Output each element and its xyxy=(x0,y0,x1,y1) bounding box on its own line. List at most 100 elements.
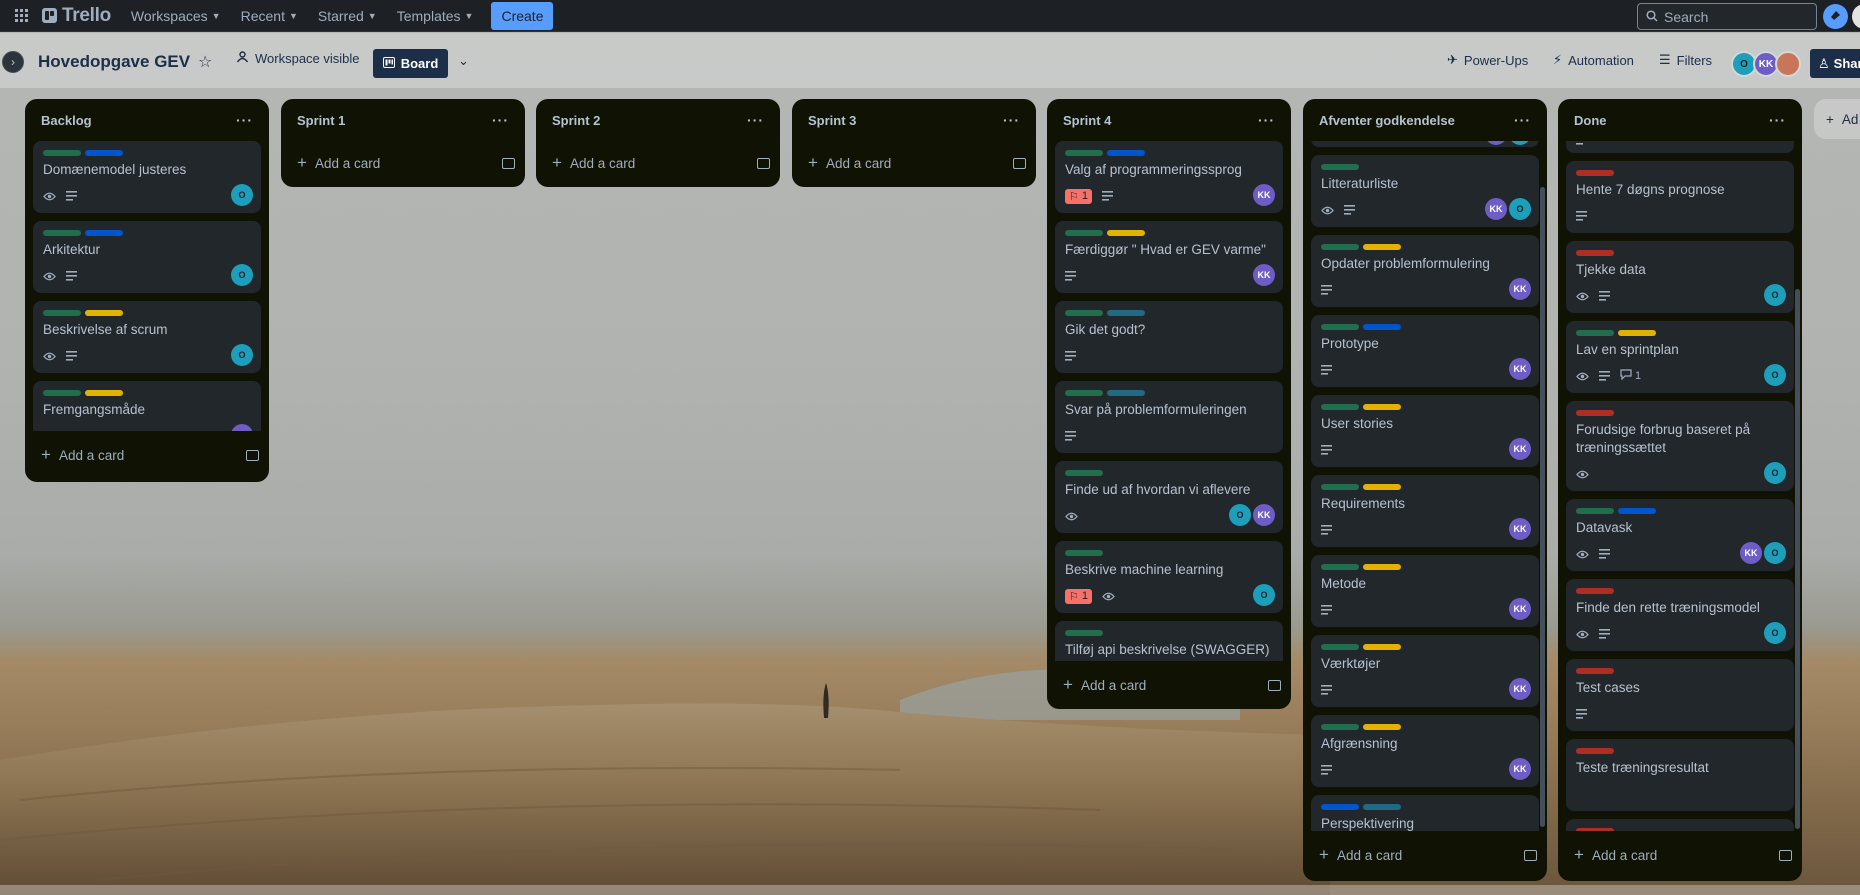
label-blue[interactable] xyxy=(1107,150,1145,156)
create-from-template-icon[interactable] xyxy=(1524,849,1537,861)
label-yellow[interactable] xyxy=(1363,244,1401,250)
label-green[interactable] xyxy=(1065,470,1103,476)
card[interactable]: Fremgangsmåde KK xyxy=(33,381,261,431)
label-red[interactable] xyxy=(1576,588,1614,594)
card[interactable]: Værktøjer KK xyxy=(1311,635,1539,707)
workspaces-menu[interactable]: Workspaces ▼ xyxy=(121,2,231,30)
member-avatar[interactable]: KK xyxy=(1509,278,1531,300)
list-title[interactable]: Backlog xyxy=(41,113,236,128)
label-green[interactable] xyxy=(1321,324,1359,330)
label-green[interactable] xyxy=(1065,310,1103,316)
label-green[interactable] xyxy=(1321,724,1359,730)
card[interactable]: Datavask KK O xyxy=(1566,499,1794,571)
member-avatar[interactable] xyxy=(1485,141,1507,145)
add-card-button[interactable]: + Add a card xyxy=(536,143,780,183)
label-red[interactable] xyxy=(1576,250,1614,256)
list-title[interactable]: Done xyxy=(1574,113,1769,128)
label-red[interactable] xyxy=(1576,170,1614,176)
member-avatar[interactable]: KK xyxy=(1509,358,1531,380)
card-partial[interactable] xyxy=(1566,141,1794,153)
member-avatar[interactable]: KK xyxy=(231,424,253,431)
view-switcher-chevron-icon[interactable]: ⌄ xyxy=(458,53,469,69)
list-scrollbar[interactable] xyxy=(1795,289,1800,829)
member-avatar[interactable]: O xyxy=(231,344,253,366)
label-teal[interactable] xyxy=(1107,310,1145,316)
label-yellow[interactable] xyxy=(1363,404,1401,410)
list-title[interactable]: Sprint 2 xyxy=(552,113,747,128)
card[interactable]: Tilføj api beskrivelse (SWAGGER)O xyxy=(1055,621,1283,661)
card[interactable]: Tjekke data O xyxy=(1566,241,1794,313)
card[interactable]: Færdiggør " Hvad er GEV varme" KK xyxy=(1055,221,1283,293)
card[interactable]: Prototype KK xyxy=(1311,315,1539,387)
create-from-template-icon[interactable] xyxy=(757,157,770,169)
card-partial[interactable] xyxy=(1311,141,1539,147)
card[interactable]: Forudsige forbrug baseret på træningssæt… xyxy=(1566,401,1794,491)
create-from-template-icon[interactable] xyxy=(502,157,515,169)
share-button[interactable]: ♙Share xyxy=(1810,49,1860,78)
visibility-button[interactable]: Workspace visible xyxy=(236,51,360,66)
label-green[interactable] xyxy=(1065,550,1103,556)
card[interactable]: Beskrivelse af scrum O xyxy=(33,301,261,373)
add-card-button[interactable]: + Add a card xyxy=(1047,665,1291,705)
card[interactable]: Test cases xyxy=(1566,659,1794,731)
label-green[interactable] xyxy=(1576,330,1614,336)
member-avatar[interactable]: KK xyxy=(1253,504,1275,526)
add-card-button[interactable]: + Add a card xyxy=(1303,835,1547,875)
member-avatar[interactable]: KK xyxy=(1509,518,1531,540)
add-card-button[interactable]: + Add a card xyxy=(281,143,525,183)
more-options-icon[interactable]: ··· xyxy=(236,112,253,128)
label-blue[interactable] xyxy=(1363,324,1401,330)
label-green[interactable] xyxy=(43,230,81,236)
card[interactable]: Domænemodel justeres O xyxy=(33,141,261,213)
label-yellow[interactable] xyxy=(1107,230,1145,236)
card[interactable]: Lav en sprintplan 1 O xyxy=(1566,321,1794,393)
label-green[interactable] xyxy=(1321,564,1359,570)
card[interactable]: Arkitektur O xyxy=(33,221,261,293)
label-yellow[interactable] xyxy=(1363,484,1401,490)
trello-logo[interactable]: Trello xyxy=(42,5,111,27)
card[interactable]: Hente 7 døgns prognose xyxy=(1566,161,1794,233)
due-date-badge[interactable]: ⚐ 1 xyxy=(1065,188,1092,204)
member-avatar[interactable]: O xyxy=(231,264,253,286)
label-blue[interactable] xyxy=(1321,804,1359,810)
list-title[interactable]: Sprint 1 xyxy=(297,113,492,128)
label-green[interactable] xyxy=(1576,508,1614,514)
card[interactable]: Metode KK xyxy=(1311,555,1539,627)
member-avatar[interactable]: KK xyxy=(1509,678,1531,700)
card[interactable]: Beskrive machine learning ⚐ 1 O xyxy=(1055,541,1283,613)
star-icon[interactable]: ☆ xyxy=(198,52,212,72)
due-date-badge[interactable]: ⚐ 1 xyxy=(1065,588,1092,604)
card[interactable]: Gik det godt? xyxy=(1055,301,1283,373)
member-avatar[interactable]: O xyxy=(1764,542,1786,564)
label-blue[interactable] xyxy=(85,150,123,156)
create-from-template-icon[interactable] xyxy=(1779,849,1792,861)
label-blue[interactable] xyxy=(1618,508,1656,514)
more-options-icon[interactable]: ··· xyxy=(492,112,509,128)
list-title[interactable]: Sprint 4 xyxy=(1063,113,1258,128)
list-title[interactable]: Sprint 3 xyxy=(808,113,1003,128)
member-avatar[interactable]: O xyxy=(1229,504,1251,526)
member-avatar[interactable]: KK xyxy=(1253,184,1275,206)
member-avatar-photo[interactable] xyxy=(1775,51,1801,77)
apps-grid-icon[interactable] xyxy=(6,0,38,32)
starred-menu[interactable]: Starred ▼ xyxy=(308,2,387,30)
label-green[interactable] xyxy=(1321,404,1359,410)
label-green[interactable] xyxy=(1321,484,1359,490)
label-yellow[interactable] xyxy=(1363,644,1401,650)
search-input[interactable]: Search xyxy=(1637,3,1817,30)
add-card-button[interactable]: + Add a card xyxy=(25,435,269,475)
label-green[interactable] xyxy=(43,150,81,156)
label-red[interactable] xyxy=(1576,828,1614,831)
add-another-list-button[interactable]: + Ad xyxy=(1814,99,1860,139)
label-green[interactable] xyxy=(43,390,81,396)
card[interactable]: Finde ud af hvordan vi aflevere O KK xyxy=(1055,461,1283,533)
member-avatar[interactable]: O xyxy=(231,184,253,206)
card[interactable]: Opdater problemformulering KK xyxy=(1311,235,1539,307)
list-scrollbar[interactable] xyxy=(1540,187,1545,827)
member-avatar[interactable]: KK xyxy=(1509,438,1531,460)
create-from-template-icon[interactable] xyxy=(246,449,259,461)
member-avatar[interactable] xyxy=(1509,141,1531,145)
member-avatar[interactable]: O xyxy=(1764,284,1786,306)
add-card-button[interactable]: + Add a card xyxy=(792,143,1036,183)
label-red[interactable] xyxy=(1576,410,1614,416)
